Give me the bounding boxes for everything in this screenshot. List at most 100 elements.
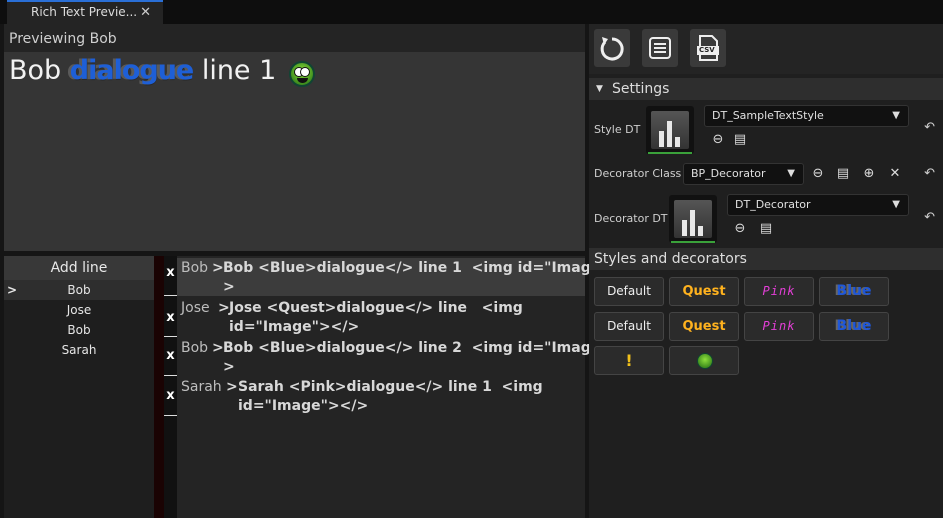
style-chip-blue[interactable]: Blue xyxy=(819,312,889,341)
style-chip-default[interactable]: Default xyxy=(594,312,664,341)
browse-back-icon[interactable]: ⊖ xyxy=(810,166,826,182)
browse-back-icon[interactable]: ⊖ xyxy=(732,221,748,237)
decorator-dt-label: Decorator DT xyxy=(594,212,668,225)
clear-icon[interactable]: ✕ xyxy=(887,166,903,182)
line-row[interactable]: Bob > Bob <Blue>dialogue</> line 2 <img … xyxy=(177,338,636,377)
list-button[interactable] xyxy=(642,29,678,67)
line-separator: > xyxy=(212,260,224,276)
line-speaker: Bob xyxy=(181,340,209,356)
divider xyxy=(164,295,177,296)
chevron-down-icon: ▼ xyxy=(787,168,795,179)
settings-header[interactable]: ▼ Settings xyxy=(589,78,943,100)
reset-arrow-icon[interactable]: ↶ xyxy=(924,210,935,225)
refresh-icon xyxy=(600,37,624,61)
style-chip-default[interactable]: Default xyxy=(594,277,664,306)
style-chip-blue[interactable]: Blue xyxy=(819,277,889,306)
decorator-class-dropdown[interactable]: BP_Decorator ▼ xyxy=(683,163,804,185)
style-dt-dropdown[interactable]: DT_SampleTextStyle ▼ xyxy=(704,105,909,127)
list-icon xyxy=(649,37,671,59)
divider xyxy=(164,415,177,416)
style-chip-quest[interactable]: Quest xyxy=(669,277,739,306)
line-text-continued[interactable]: id="Image"></> xyxy=(229,317,359,337)
details-panel: CSV ▼ Settings Style DT DT_SampleTextSty… xyxy=(589,24,943,518)
decorator-dt-thumbnail[interactable] xyxy=(669,195,717,243)
remove-line-button[interactable]: x xyxy=(164,310,177,325)
line-row[interactable]: Jose > Jose <Quest>dialogue</> line <img… xyxy=(177,298,585,336)
settings-title: Settings xyxy=(612,81,670,97)
preview-text-blue: dialogue xyxy=(69,55,194,86)
style-chip-pink[interactable]: Pink xyxy=(744,277,814,306)
remove-line-button[interactable]: x xyxy=(164,265,177,280)
line-row[interactable]: Bob > Bob <Blue>dialogue</> line 1 <img … xyxy=(177,258,636,297)
frog-image-icon xyxy=(697,353,713,369)
preview-title: Previewing Bob xyxy=(4,24,585,52)
line-speaker: Sarah xyxy=(181,379,222,395)
line-text-input[interactable]: Bob <Blue>dialogue</> line 2 <img id="Im… xyxy=(223,338,636,358)
lines-list-panel: Add line > Bob Jose Bob Sarah xyxy=(4,256,154,518)
list-item-label: Sarah xyxy=(61,343,97,357)
style-chip-pink[interactable]: Pink xyxy=(744,312,814,341)
styles-header: Styles and decorators xyxy=(589,248,943,270)
line-separator: > xyxy=(212,340,224,356)
decorator-class-label: Decorator Class xyxy=(594,167,682,180)
splitter[interactable] xyxy=(154,256,164,518)
exclamation-icon: ! xyxy=(625,351,633,370)
list-item-label: Bob xyxy=(67,283,91,297)
browse-folder-icon[interactable]: ▤ xyxy=(732,132,748,148)
style-dt-label: Style DT xyxy=(594,123,641,136)
decorator-chip-exclamation[interactable]: ! xyxy=(594,346,664,375)
decorator-chip-image[interactable] xyxy=(669,346,739,375)
line-text-input[interactable]: Bob <Blue>dialogue</> line 1 <img id="Im… xyxy=(223,258,636,278)
line-speaker: Bob xyxy=(181,260,209,276)
style-chip-quest[interactable]: Quest xyxy=(669,312,739,341)
reset-arrow-icon[interactable]: ↶ xyxy=(924,166,935,181)
line-text-input[interactable]: Sarah <Pink>dialogue</> line 1 <img xyxy=(238,377,543,397)
preview-rich-text: Bob dialogue line 1 xyxy=(9,55,276,86)
preview-area: Bob dialogue line 1 xyxy=(4,52,585,251)
remove-line-button[interactable]: x xyxy=(164,388,177,403)
refresh-button[interactable] xyxy=(594,29,630,67)
collapse-arrow-icon: ▼ xyxy=(596,84,603,94)
add-line-button[interactable]: Add line xyxy=(4,256,154,280)
line-speaker: Jose xyxy=(181,300,210,316)
browse-back-icon[interactable]: ⊖ xyxy=(710,132,726,148)
line-text-input[interactable]: Jose <Quest>dialogue</> line <img xyxy=(229,298,523,318)
decorator-dt-dropdown[interactable]: DT_Decorator ▼ xyxy=(727,194,909,216)
line-text-continued[interactable]: > xyxy=(223,277,235,297)
line-row[interactable]: Sarah > Sarah <Pink>dialogue</> line 1 <… xyxy=(177,377,585,415)
list-item-label: Jose xyxy=(66,303,92,317)
list-item[interactable]: Bob xyxy=(4,320,154,340)
remove-line-button[interactable]: x xyxy=(164,348,177,363)
decorator-class-value: BP_Decorator xyxy=(691,167,766,180)
reset-arrow-icon[interactable]: ↶ xyxy=(924,120,935,135)
tab-title: Rich Text Previe... xyxy=(31,5,138,19)
line-separator: > xyxy=(226,379,238,395)
line-text-continued[interactable]: > xyxy=(223,357,235,377)
preview-text-after: line 1 xyxy=(193,55,277,86)
csv-label: CSV xyxy=(699,46,715,54)
add-icon[interactable]: ⊕ xyxy=(861,166,877,182)
style-dt-thumbnail[interactable] xyxy=(646,106,694,154)
preview-text-before: Bob xyxy=(9,55,70,86)
tab-rich-text-preview[interactable]: Rich Text Previe... ✕ xyxy=(7,0,163,24)
list-item-label: Bob xyxy=(67,323,91,337)
browse-folder-icon[interactable]: ▤ xyxy=(758,221,774,237)
export-csv-button[interactable]: CSV xyxy=(690,29,726,67)
lines-editor: Bob > Bob <Blue>dialogue</> line 1 <img … xyxy=(177,256,636,518)
list-item[interactable]: Sarah xyxy=(4,340,154,360)
tab-bar: Rich Text Previe... ✕ xyxy=(0,0,943,24)
list-item[interactable]: > Bob xyxy=(4,280,154,300)
divider xyxy=(164,336,177,337)
style-dt-value: DT_SampleTextStyle xyxy=(712,109,824,122)
browse-folder-icon[interactable]: ▤ xyxy=(835,166,851,182)
decorator-dt-value: DT_Decorator xyxy=(735,198,811,211)
divider xyxy=(164,375,177,376)
chevron-down-icon: ▼ xyxy=(892,199,900,210)
line-text-continued[interactable]: id="Image"></> xyxy=(238,396,368,416)
close-icon[interactable]: ✕ xyxy=(140,2,151,23)
line-separator: > xyxy=(218,300,230,316)
list-item[interactable]: Jose xyxy=(4,300,154,320)
toolbar: CSV xyxy=(589,24,943,74)
chevron-down-icon: ▼ xyxy=(892,110,900,121)
frog-image-icon xyxy=(289,61,315,87)
